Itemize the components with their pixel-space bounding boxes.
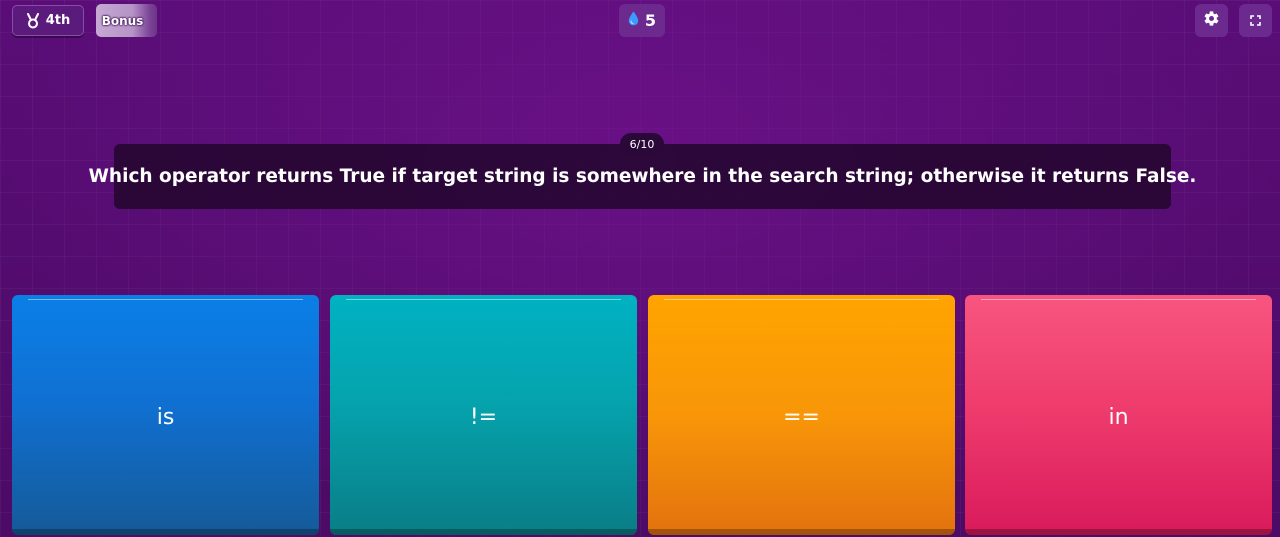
bonus-label: Bonus: [101, 13, 144, 28]
fullscreen-button[interactable]: [1239, 4, 1272, 37]
answer-label: is: [156, 404, 175, 430]
top-bar: 4th Bonus 5: [0, 0, 1280, 44]
question-counter: 6/10: [620, 133, 664, 155]
settings-button[interactable]: [1195, 4, 1228, 37]
streak-counter: 5: [619, 4, 665, 37]
gear-icon: [1203, 10, 1220, 31]
rank-badge[interactable]: 4th: [12, 5, 84, 36]
medal-icon: [26, 12, 40, 29]
answer-option-2[interactable]: !=: [330, 295, 637, 535]
answer-option-4[interactable]: in: [965, 295, 1272, 535]
bonus-button[interactable]: Bonus: [96, 4, 157, 37]
streak-count: 5: [644, 11, 657, 30]
expand-icon: [1250, 11, 1261, 30]
rank-label: 4th: [45, 13, 71, 28]
answer-option-3[interactable]: ==: [648, 295, 955, 535]
water-drop-icon: [628, 11, 639, 30]
question-text: Which operator returns True if target st…: [88, 166, 1197, 187]
answer-option-1[interactable]: is: [12, 295, 319, 535]
answer-label: ==: [783, 404, 820, 430]
answer-label: in: [1108, 404, 1129, 430]
answer-label: !=: [469, 404, 498, 430]
